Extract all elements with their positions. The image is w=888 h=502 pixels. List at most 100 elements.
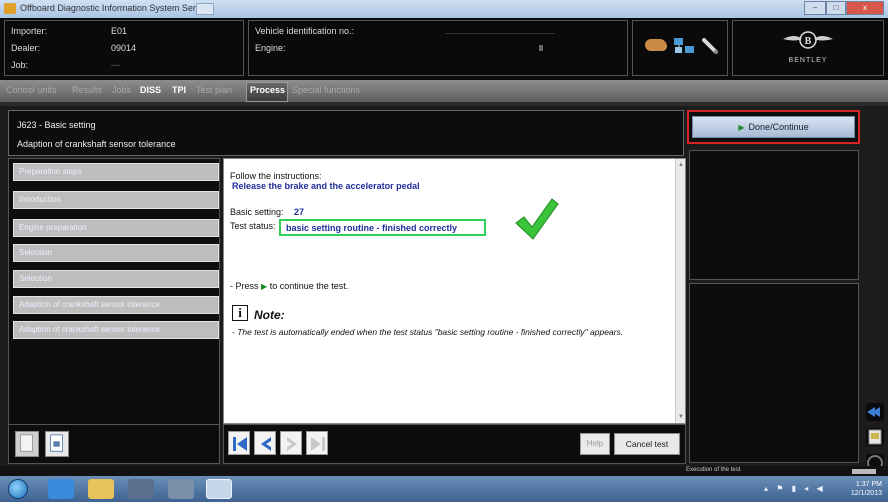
brand-logo: B BENTLEY <box>732 20 884 76</box>
vehicle-info-panel: Vehicle identification no.: Engine: <box>248 20 628 76</box>
back-arrow-icon[interactable] <box>866 403 884 421</box>
scroll-down-icon[interactable]: ▼ <box>678 414 684 420</box>
window-titlebar: Offboard Diagnostic Information System S… <box>0 0 888 18</box>
tab-process[interactable]: Process <box>250 85 285 95</box>
explorer-icon[interactable] <box>88 479 114 499</box>
odis-taskbar-icon[interactable] <box>206 479 232 499</box>
help-button[interactable]: Help <box>580 433 610 455</box>
bentley-wings-icon: B <box>783 31 833 49</box>
step-item[interactable]: Selection <box>13 244 219 262</box>
step-item[interactable]: Selection <box>13 270 219 288</box>
procedure-title: J623 - Basic setting Adaption of cranksh… <box>8 110 684 156</box>
step-item[interactable]: Adaption of crankshaft sensor tolerance <box>13 296 219 314</box>
procedure-title-line2: Adaption of crankshaft sensor tolerance <box>17 139 176 149</box>
tab-test-plan[interactable]: Test plan <box>196 85 232 95</box>
play-icon: ▶ <box>738 123 745 132</box>
brand-name: BENTLEY <box>788 57 828 64</box>
right-panel-upper <box>689 150 859 280</box>
tab-jobs[interactable]: Jobs <box>112 85 131 95</box>
last-step-icon[interactable] <box>306 431 328 455</box>
ie-icon[interactable] <box>48 479 74 499</box>
minimize-button[interactable]: – <box>804 1 826 15</box>
probe-icon[interactable] <box>701 37 719 55</box>
tab-control-units[interactable]: Control units <box>6 85 57 95</box>
cancel-test-button[interactable]: Cancel test <box>614 433 680 455</box>
app-icon[interactable] <box>168 479 194 499</box>
tab-bar: Control units Results Jobs DISS TPI Test… <box>0 80 888 102</box>
job-value: --- <box>111 60 120 70</box>
done-continue-label: Done/Continue <box>748 122 809 132</box>
media-player-icon[interactable] <box>128 479 154 499</box>
dealer-info-panel: Importer: E01 Dealer: 09014 Job: --- <box>4 20 244 76</box>
instruction-text: Release the brake and the accelerator pe… <box>232 181 420 191</box>
instruction-panel: ▲ ▼ Follow the instructions: Release the… <box>223 158 686 424</box>
done-continue-button[interactable]: ▶ Done/Continue <box>692 116 855 138</box>
tab-diss[interactable]: DISS <box>140 85 161 95</box>
svg-text:B: B <box>805 36 812 47</box>
note-title: Note: <box>254 308 285 322</box>
tab-results[interactable]: Results <box>72 85 102 95</box>
procedure-title-line1: J623 - Basic setting <box>17 120 96 130</box>
close-button[interactable]: x <box>846 1 884 15</box>
print-icon[interactable] <box>866 428 884 446</box>
start-button-icon[interactable] <box>8 479 28 499</box>
previous-step-icon[interactable] <box>254 431 276 455</box>
window-title: Offboard Diagnostic Information System S… <box>20 3 212 13</box>
green-check-icon <box>515 198 559 240</box>
press-prefix: - Press <box>230 281 259 291</box>
vin-label: Vehicle identification no.: <box>255 26 355 36</box>
note-text: - The test is automatically ended when t… <box>232 327 624 337</box>
app-icon <box>4 3 16 14</box>
tab-tpi[interactable]: TPI <box>172 85 186 95</box>
document-view-icon[interactable] <box>45 431 69 457</box>
odis-window: Offboard Diagnostic Information System S… <box>0 0 888 502</box>
test-status-label: Test status: <box>230 221 276 231</box>
toolbar-icons <box>632 20 728 76</box>
importer-value: E01 <box>111 26 128 36</box>
redacted-vin <box>445 33 555 34</box>
step-item[interactable]: Adaption of crankshaft sensor tolerance <box>13 321 219 339</box>
vehicle-header: Importer: E01 Dealer: 09014 Job: --- Veh… <box>0 18 888 80</box>
done-continue-frame: ▶ Done/Continue <box>687 110 860 144</box>
status-strip: Execution of the test <box>0 466 888 476</box>
right-panel-lower <box>689 283 859 463</box>
test-status-value: basic setting routine - finished correct… <box>286 223 458 233</box>
status-indicator <box>852 469 876 474</box>
step-list: Preparation steps Introduction Engine pr… <box>8 158 220 464</box>
tab-divider <box>0 102 888 106</box>
tab-special-functions[interactable]: Special functions <box>292 85 360 95</box>
test-status-box: basic setting routine - finished correct… <box>279 219 486 236</box>
oil-can-icon[interactable] <box>645 39 667 51</box>
engine-label: Engine: <box>255 43 286 53</box>
press-instruction: - Press ▶ to continue the test. <box>230 281 348 291</box>
info-icon: i <box>232 305 248 321</box>
network-icon[interactable] <box>673 37 695 55</box>
step-item[interactable]: Preparation steps <box>13 163 219 181</box>
clock[interactable]: 1:37 PM 12/1/2013 <box>851 480 882 498</box>
press-suffix: to continue the test. <box>269 281 349 291</box>
basic-setting-label: Basic setting: <box>230 207 284 217</box>
dealer-label: Dealer: <box>11 43 41 53</box>
importer-label: Importer: <box>11 26 48 36</box>
status-message: Execution of the test <box>686 467 741 473</box>
redacted-mark <box>539 45 543 51</box>
basic-setting-value: 27 <box>294 207 305 217</box>
document-toolbar <box>8 424 220 464</box>
next-step-icon[interactable] <box>280 431 302 455</box>
window-controls: – □ x <box>804 1 884 15</box>
step-item[interactable]: Introduction <box>13 191 219 209</box>
windows-taskbar: ▴ ⚑ ▮ ◂ ◀ 1:37 PM 12/1/2013 <box>0 476 888 502</box>
navigation-bar: Help Cancel test <box>223 424 686 464</box>
system-tray-icons: ▴ ⚑ ▮ ◂ ◀ <box>764 484 826 493</box>
first-step-icon[interactable] <box>228 431 250 455</box>
job-label: Job: <box>11 60 29 70</box>
content-scrollbar[interactable]: ▲ ▼ <box>675 159 685 423</box>
play-icon: ▶ <box>261 282 268 291</box>
maximize-button[interactable]: □ <box>826 1 846 15</box>
scroll-up-icon[interactable]: ▲ <box>678 162 684 168</box>
step-item[interactable]: Engine preparation <box>13 219 219 237</box>
follow-instructions-label: Follow the instructions: <box>230 171 322 181</box>
title-tab <box>196 3 214 15</box>
document-icon[interactable] <box>15 431 39 457</box>
clock-time: 1:37 PM <box>855 481 882 488</box>
